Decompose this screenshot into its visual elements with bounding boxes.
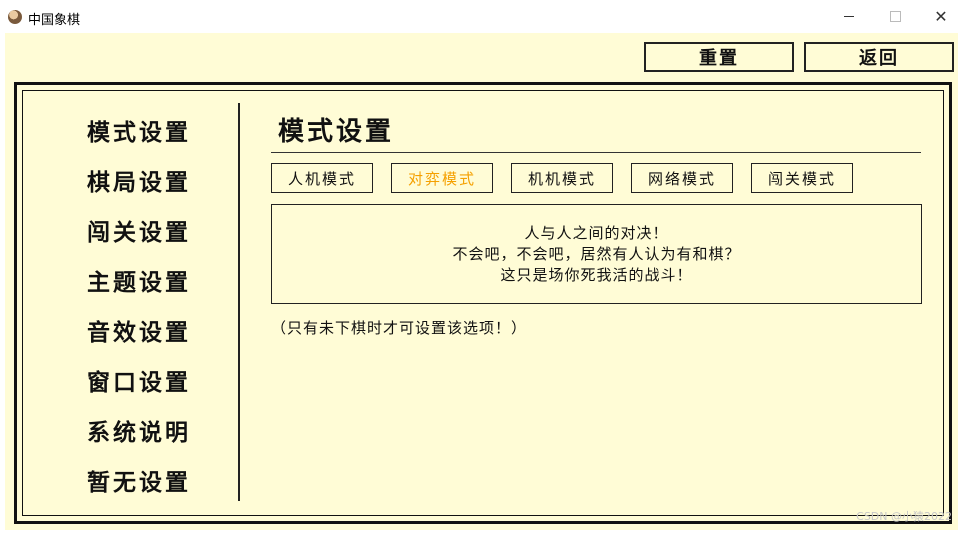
description-line-1: 人与人之间的对决！ <box>524 223 669 242</box>
settings-frame: 模式设置 棋局设置 闯关设置 主题设置 音效设置 窗口设置 系统说明 暂无设置 … <box>14 82 952 524</box>
close-button[interactable]: ✕ <box>918 0 961 33</box>
page-title: 模式设置 <box>278 117 395 147</box>
maximize-button[interactable] <box>872 0 918 33</box>
mode-button-network[interactable]: 网络模式 <box>631 163 733 193</box>
reset-button[interactable]: 重置 <box>644 42 794 72</box>
sidebar-item-game-settings[interactable]: 棋局设置 <box>87 163 191 197</box>
sidebar-item-sound-settings[interactable]: 音效设置 <box>87 313 191 347</box>
minimize-icon <box>844 16 854 17</box>
sidebar-item-theme-settings[interactable]: 主题设置 <box>87 263 191 297</box>
watermark: CSDN @小猿2022 <box>856 510 952 523</box>
close-icon: ✕ <box>934 7 948 26</box>
vertical-divider <box>238 103 240 501</box>
sidebar-item-none[interactable]: 暂无设置 <box>87 463 191 497</box>
title-bar: 中国象棋 ✕ <box>0 0 961 33</box>
mode-button-human-vs-ai[interactable]: 人机模式 <box>271 163 373 193</box>
sidebar-item-system-info[interactable]: 系统说明 <box>87 413 191 447</box>
sidebar-item-window-settings[interactable]: 窗口设置 <box>87 363 191 397</box>
sidebar-item-mode-settings[interactable]: 模式设置 <box>87 113 191 147</box>
mode-button-pvp[interactable]: 对弈模式 <box>391 163 493 193</box>
mode-description-box: 人与人之间的对决！ 不会吧，不会吧，居然有人认为有和棋？ 这只是场你死我活的战斗… <box>271 204 922 304</box>
settings-window: 重置 返回 模式设置 棋局设置 闯关设置 主题设置 音效设置 窗口设置 系统说明… <box>5 33 958 530</box>
settings-sidebar: 模式设置 棋局设置 闯关设置 主题设置 音效设置 窗口设置 系统说明 暂无设置 <box>23 91 238 515</box>
heading-divider <box>271 152 921 153</box>
app-icon <box>8 10 22 24</box>
description-line-2: 不会吧，不会吧，居然有人认为有和棋？ <box>452 244 741 263</box>
mode-button-challenge[interactable]: 闯关模式 <box>751 163 853 193</box>
maximize-icon <box>889 11 901 22</box>
settings-note: （只有未下棋时才可设置该选项！） <box>271 319 528 337</box>
window-title: 中国象棋 <box>28 13 81 28</box>
minimize-button[interactable] <box>826 0 872 33</box>
sidebar-item-level-settings[interactable]: 闯关设置 <box>87 213 191 247</box>
description-line-3: 这只是场你死我活的战斗！ <box>500 265 693 284</box>
mode-button-ai-vs-ai[interactable]: 机机模式 <box>511 163 613 193</box>
settings-frame-inner: 模式设置 棋局设置 闯关设置 主题设置 音效设置 窗口设置 系统说明 暂无设置 … <box>22 90 944 516</box>
back-button[interactable]: 返回 <box>804 42 954 72</box>
